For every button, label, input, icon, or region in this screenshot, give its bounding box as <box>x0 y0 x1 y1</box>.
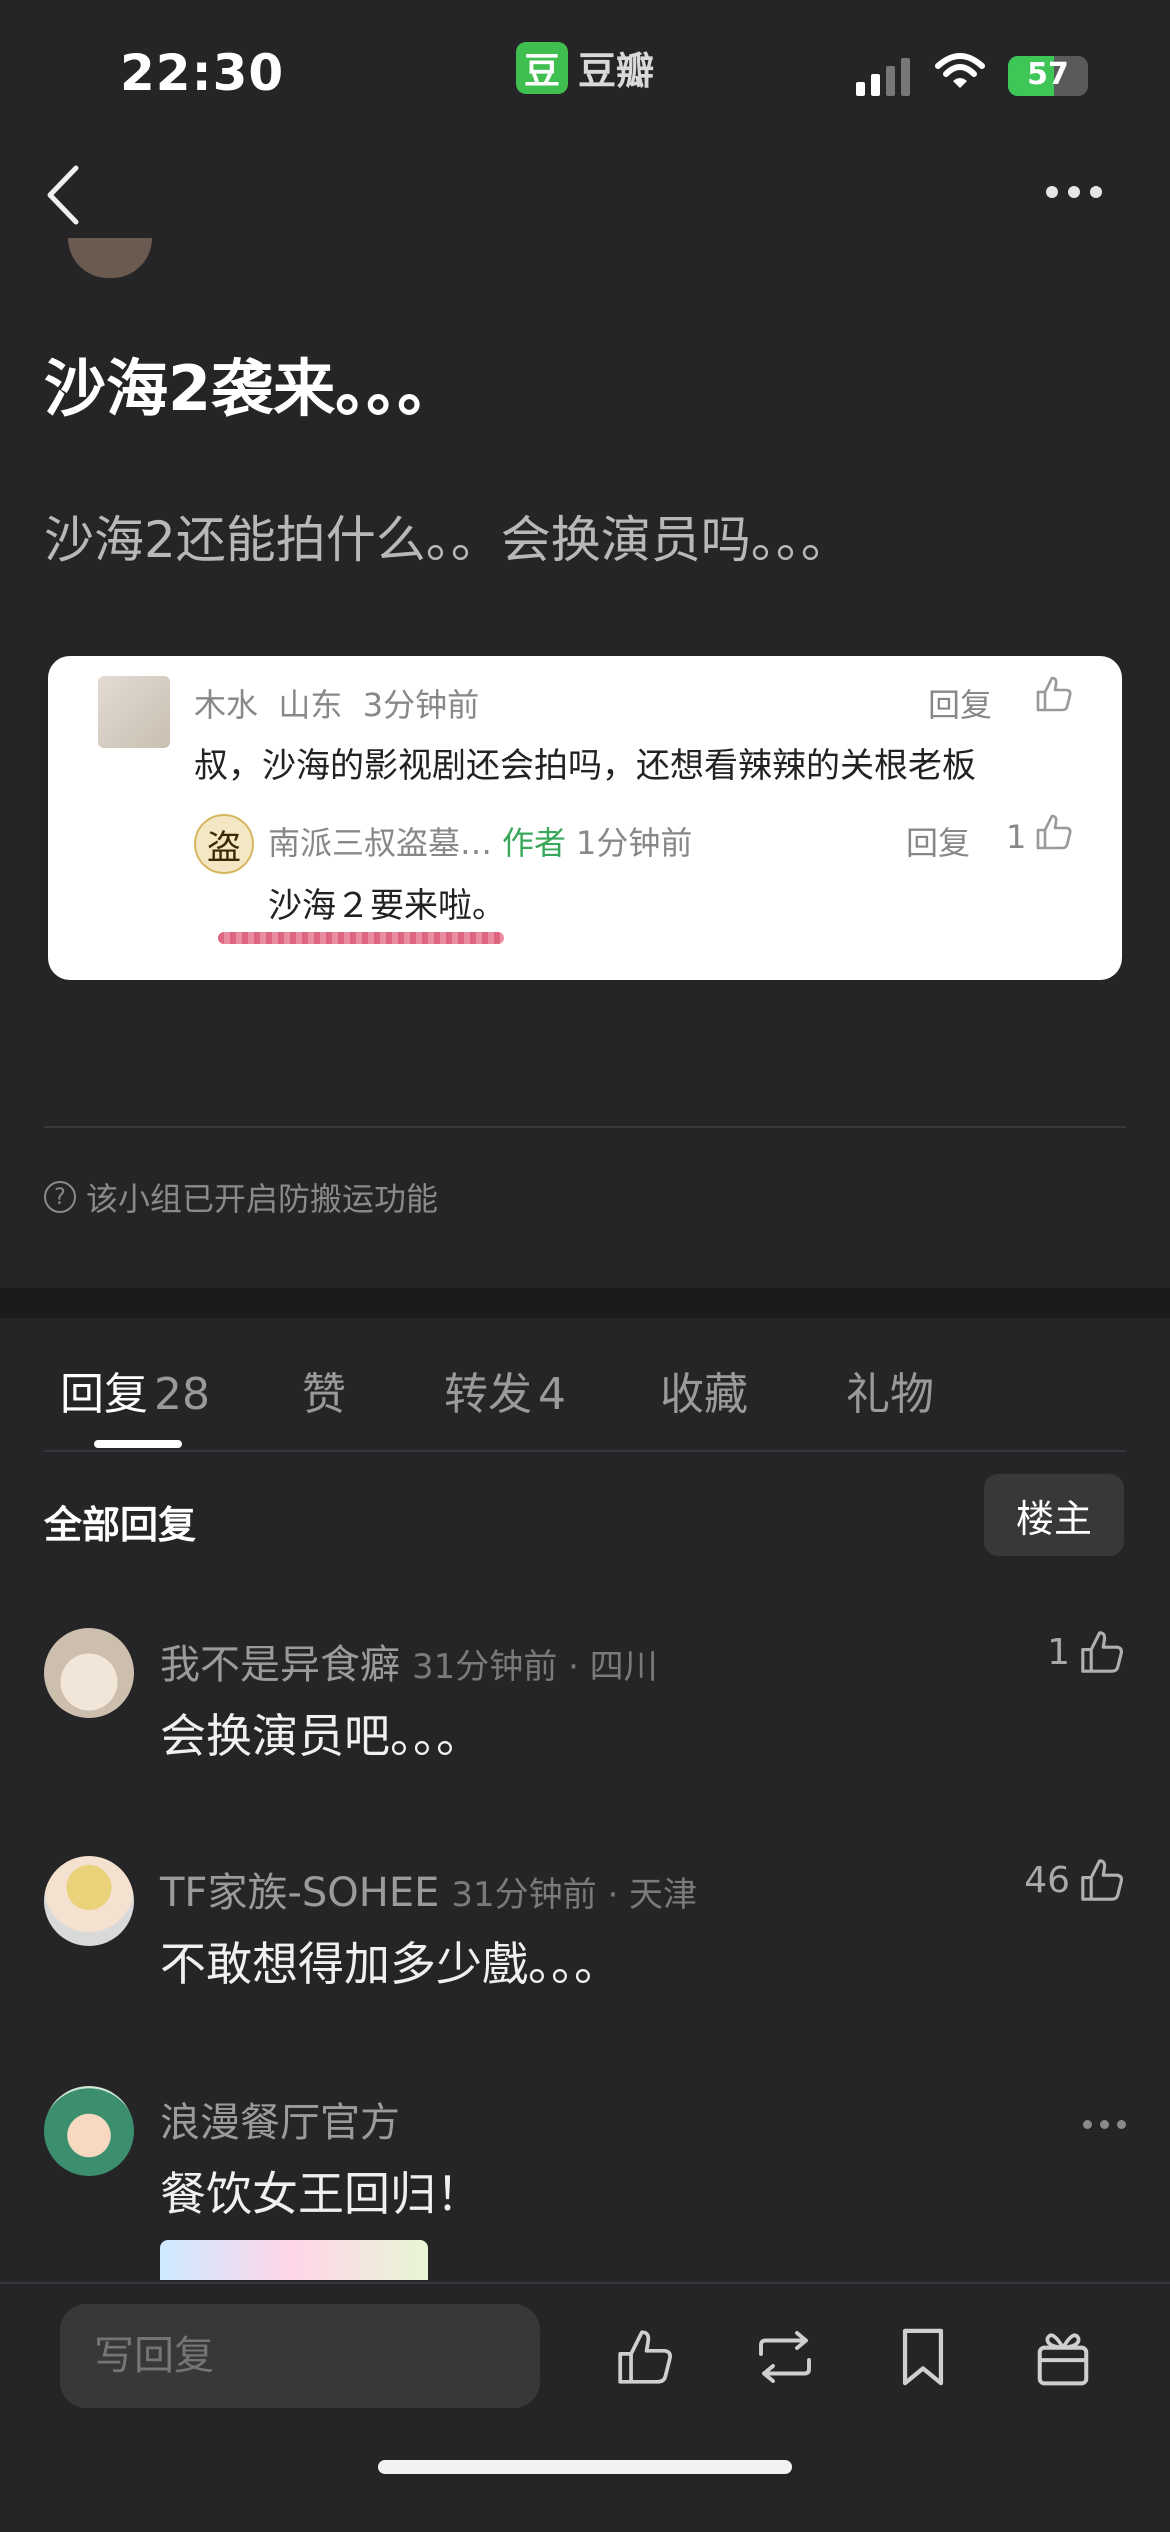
back-button[interactable] <box>44 160 92 230</box>
repost-button[interactable] <box>750 2322 820 2392</box>
quoted-comment-card: 木水 山东 3分钟前 回复 叔，沙海的影视剧还会拍吗，还想看辣辣的关根老板 盗 … <box>48 656 1122 980</box>
reply-meta: 南派三叔盗墓… 作者 1分钟前 <box>268 824 693 862</box>
post-detail-screen: 22:30 豆 豆瓣 57 沙海2袭来。。。 沙海2还能拍什么。。会换演员吗。。… <box>0 0 1170 2532</box>
highlight-underline <box>218 932 504 944</box>
owner-only-button[interactable]: 楼主 <box>984 1474 1124 1556</box>
battery-icon: 57 <box>1008 56 1088 96</box>
like-count: 1 <box>1047 1631 1070 1673</box>
ellipsis-icon <box>1083 2120 1092 2129</box>
like-button[interactable]: 46 <box>1024 1856 1126 1904</box>
wifi-icon <box>934 52 986 96</box>
cellular-signal-icon <box>856 56 910 96</box>
avatar[interactable] <box>68 238 152 278</box>
comment-text: 叔，沙海的影视剧还会拍吗，还想看辣辣的关根老板 <box>194 746 976 786</box>
chevron-left-icon <box>47 165 79 225</box>
comment-author[interactable]: 浪漫餐厅官方 <box>160 2090 400 2148</box>
status-time: 22:30 <box>120 44 285 102</box>
comment-more-button[interactable] <box>1083 2120 1126 2129</box>
reply-text: 沙海２要来啦。 <box>268 886 506 926</box>
app-name: 豆瓣 <box>578 49 655 93</box>
gift-button[interactable] <box>1028 2322 1098 2392</box>
comment-text: 餐饮女王回归！ <box>160 2167 482 2221</box>
all-replies-title: 全部回复 <box>44 1503 197 1547</box>
thumbs-up-icon <box>1081 1859 1123 1901</box>
divider <box>44 1450 1126 1452</box>
like-button[interactable] <box>610 2322 680 2392</box>
thumbs-up-icon <box>1081 1631 1123 1673</box>
like-count: 46 <box>1024 1859 1070 1901</box>
list-item: TF家族-SOHEE 31分钟前 · 天津 不敢想得加多少戲。。。 46 <box>0 1856 1170 2056</box>
gift-icon <box>1037 2333 1089 2386</box>
help-icon: ? <box>44 1181 76 1213</box>
post-title: 沙海2袭来。。。 <box>44 352 460 425</box>
app-badge: 豆 豆瓣 <box>516 40 654 95</box>
battery-level: 57 <box>1027 57 1069 92</box>
douban-logo-icon: 豆 <box>516 41 568 94</box>
reply-input[interactable] <box>60 2304 540 2408</box>
bookmark-icon <box>902 2328 944 2386</box>
comment-author[interactable]: TF家族-SOHEE 31分钟前 · 天津 <box>160 1860 697 1918</box>
comment-author[interactable]: 我不是异食癖 31分钟前 · 四川 <box>160 1632 658 1690</box>
avatar <box>98 676 170 748</box>
ellipsis-icon <box>1046 186 1058 198</box>
tab-favorites[interactable]: 收藏 <box>660 1358 748 1422</box>
divider <box>44 1126 1126 1128</box>
tab-replies[interactable]: 回复 28 <box>60 1358 210 1422</box>
anti-repost-notice: ? 该小组已开启防搬运功能 <box>44 1174 438 1220</box>
like-button[interactable]: 1 <box>1047 1628 1126 1676</box>
tab-likes[interactable]: 赞 <box>302 1358 346 1422</box>
comment-image[interactable] <box>160 2240 428 2280</box>
comment-meta: 木水 山东 3分钟前 <box>194 686 480 724</box>
thumbs-up-icon <box>618 2330 672 2384</box>
author-badge: 作者 <box>502 824 567 862</box>
more-options-button[interactable] <box>1046 186 1102 198</box>
post-body: 沙海2还能拍什么。。会换演员吗。。。 <box>44 511 851 569</box>
tab-bar: 回复 28 赞 转发 4 收藏 礼物 <box>0 1350 1170 1450</box>
tab-reposts[interactable]: 转发 4 <box>444 1358 566 1422</box>
thumbs-up-icon <box>1034 674 1074 718</box>
comment-text: 会换演员吧。。。 <box>160 1709 482 1763</box>
avatar[interactable] <box>44 2086 134 2176</box>
thumbs-up-icon <box>1034 812 1074 856</box>
tab-indicator <box>94 1440 182 1448</box>
reply-label: 回复 <box>906 824 971 862</box>
reply-label: 回复 <box>928 686 993 724</box>
like-count: 1 <box>1006 818 1027 856</box>
avatar: 盗 <box>194 814 254 874</box>
list-item: 我不是异食癖 31分钟前 · 四川 会换演员吧。。。 1 <box>0 1628 1170 1828</box>
section-separator <box>0 1288 1170 1318</box>
avatar[interactable] <box>44 1628 134 1718</box>
repost-icon <box>759 2331 811 2383</box>
bookmark-button[interactable] <box>888 2322 958 2392</box>
home-indicator <box>378 2460 792 2474</box>
tab-gifts[interactable]: 礼物 <box>846 1358 934 1422</box>
avatar[interactable] <box>44 1856 134 1946</box>
list-item: 浪漫餐厅官方 餐饮女王回归！ <box>0 2086 1170 2286</box>
comment-text: 不敢想得加多少戲。。。 <box>160 1937 620 1991</box>
bottom-action-bar <box>0 2282 1170 2532</box>
